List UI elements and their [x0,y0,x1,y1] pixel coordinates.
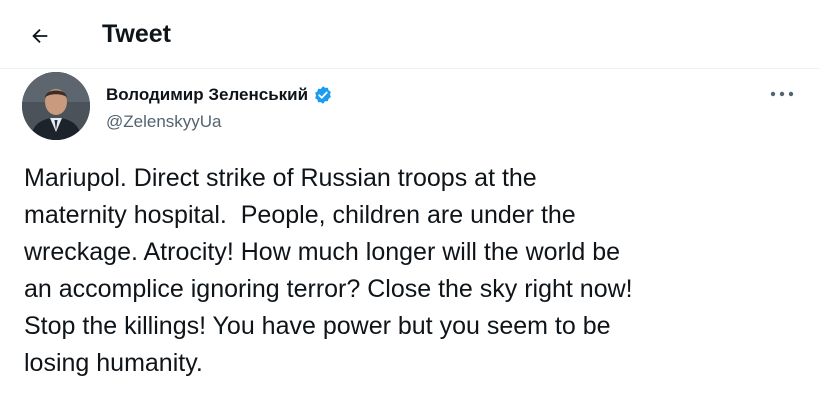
author-name-row: Володимир Зеленський [106,85,333,105]
author-handle[interactable]: @ZelenskyyUa [106,112,222,132]
tweet-header: Tweet [0,0,820,69]
tweet-author: Володимир Зеленський @ZelenskyyUa [22,72,802,152]
more-horizontal-icon [770,91,794,97]
avatar-image [22,72,90,140]
more-options-button[interactable] [760,76,804,112]
page-title: Tweet [102,20,171,48]
verified-badge-icon [315,86,331,104]
tweet-text: Mariupol. Direct strike of Russian troop… [24,164,633,377]
back-button[interactable] [22,18,58,54]
avatar[interactable] [22,72,90,140]
arrow-left-icon [32,28,48,44]
author-name[interactable]: Володимир Зеленський [106,85,308,105]
